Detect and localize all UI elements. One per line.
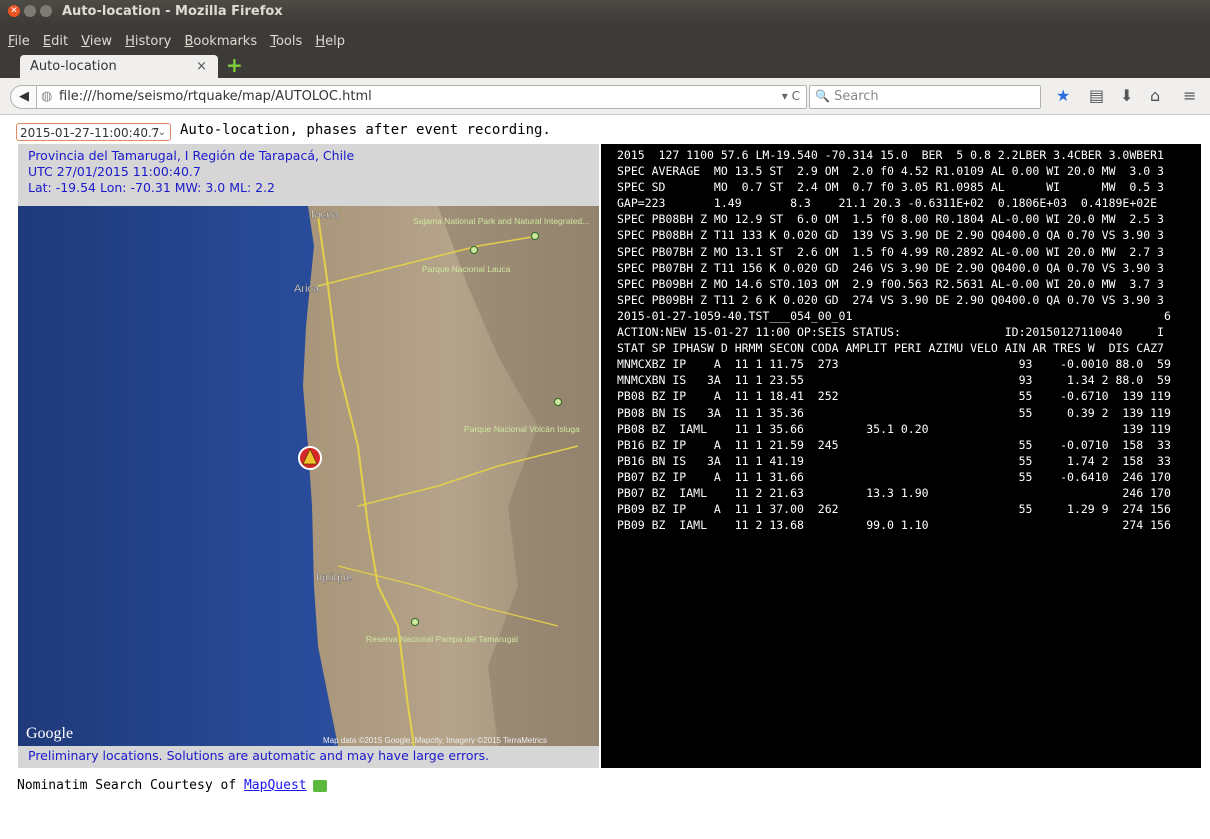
location-coords: Lat: -19.54 Lon: -70.31 MW: 3.0 ML: 2.2 (28, 180, 276, 195)
terminal-line: MNMCXBZ IP A 11 1 11.75 273 93 -0.0010 8… (617, 357, 1171, 372)
menu-help[interactable]: Help (315, 34, 345, 49)
terminal-line: SPEC PB08BH Z MO 12.9 ST 6.0 OM 1.5 f0 8… (617, 212, 1164, 227)
globe-icon: ◍ (41, 89, 53, 104)
map-attribution[interactable]: Map data ©2015 Google, Mapcity, Imagery … (323, 736, 547, 745)
terminal-line: PB07 BZ IAML 11 2 21.63 13.3 1.90 246 17… (617, 485, 1171, 500)
map-label-iquique: Iquique (316, 572, 352, 584)
terminal-line: PB09 BZ IP A 11 1 37.00 262 55 1.29 9 27… (617, 502, 1171, 517)
reload-icon[interactable]: ▾ C (782, 89, 800, 103)
preliminary-notice: Preliminary locations. Solutions are aut… (28, 748, 490, 763)
terminal-line: PB08 BZ IAML 11 1 35.66 35.1 0.20 139 11… (617, 421, 1171, 436)
location-time: UTC 27/01/2015 11:00:40.7 (28, 164, 201, 179)
footer-text: Nominatim Search Courtesy of (17, 778, 244, 793)
url-bar[interactable]: ◍ file:///home/seismo/rtquake/map/AUTOLO… (36, 85, 807, 109)
tab-label: Auto-location (30, 59, 117, 74)
tab-close-icon[interactable]: × (196, 59, 207, 74)
menu-file[interactable]: File (8, 34, 30, 49)
search-icon: 🔍 (815, 89, 830, 103)
minimize-window-icon[interactable] (24, 5, 36, 17)
spinner-icon[interactable]: ⌃⌄ (149, 124, 166, 142)
terminal-line: MNMCXBN IS 3A 11 1 23.55 93 1.34 2 88.0 … (617, 373, 1171, 388)
map-label-lauca: Parque Nacional Lauca (422, 264, 511, 274)
map[interactable]: Tacna Arica Iquique Sajama National Park… (18, 206, 599, 766)
new-tab-icon[interactable]: + (226, 55, 244, 75)
terminal-line: PB16 BZ IP A 11 1 21.59 245 55 -0.0710 1… (617, 437, 1171, 452)
menu-bar: File Edit View History Bookmarks Tools H… (0, 24, 1210, 54)
tab-strip: Auto-location × + (0, 54, 1210, 78)
terminal-line: PB09 BZ IAML 11 2 13.68 99.0 1.10 274 15… (617, 518, 1171, 533)
terminal-line: SPEC PB07BH Z T11 156 K 0.020 GD 246 VS … (617, 260, 1164, 275)
maximize-window-icon[interactable] (40, 5, 52, 17)
star-icon[interactable]: ★ (1056, 87, 1070, 105)
menu-edit[interactable]: Edit (43, 34, 68, 49)
solution-output-text: 2015 127 1100 57.6 LM-19.540 -70.314 15.… (617, 147, 1171, 533)
window-title-bar: ✕ Auto-location - Mozilla Firefox (0, 0, 1210, 24)
map-label-arica: Arica (294, 283, 320, 295)
menu-bookmarks[interactable]: Bookmarks (184, 34, 257, 49)
google-logo: Google (26, 725, 73, 742)
location-name: Provincia del Tamarugal, I Región de Tar… (28, 148, 355, 163)
terminal-line: SPEC PB08BH Z T11 133 K 0.020 GD 139 VS … (617, 228, 1164, 243)
window-title: Auto-location - Mozilla Firefox (62, 4, 283, 19)
footer: Nominatim Search Courtesy of MapQuest (17, 778, 327, 793)
location-panel: Provincia del Tamarugal, I Región de Tar… (18, 144, 599, 768)
terminal-line: GAP=223 1.49 8.3 21.1 20.3 -0.6311E+02 0… (617, 196, 1158, 211)
map-label-sajama: Sajama National Park and Natural Integra… (413, 216, 589, 226)
terminal-line: SPEC PB09BH Z MO 14.6 ST0.103 OM 2.9 f00… (617, 276, 1164, 291)
terminal-line: ACTION:NEW 15-01-27 11:00 OP:SEIS STATUS… (617, 325, 1164, 340)
terminal-line: PB07 BZ IP A 11 1 31.66 55 -0.6410 246 1… (617, 469, 1171, 484)
menu-icon[interactable]: ≡ (1183, 87, 1196, 105)
menu-history[interactable]: History (125, 34, 171, 49)
close-window-icon[interactable]: ✕ (8, 5, 20, 17)
event-selector[interactable]: 2015-01-27-11:00:40.7 ⌃⌄ (16, 123, 171, 141)
terminal-line: PB16 BN IS 3A 11 1 41.19 55 1.74 2 158 3… (617, 453, 1171, 468)
map-label-tamarugal: Reserva Nacional Pampa del Tamarugal (366, 634, 518, 644)
terminal-line: 2015 127 1100 57.6 LM-19.540 -70.314 15.… (617, 148, 1164, 162)
tab-auto-location[interactable]: Auto-location × (20, 55, 218, 78)
mapquest-icon (312, 779, 327, 792)
terminal-line: 2015-01-27-1059-40.TST___054_00_01 6 (617, 308, 1171, 323)
download-icon[interactable]: ⬇ (1120, 87, 1133, 105)
tamarugal-marker (411, 618, 419, 626)
page-content: 2015-01-27-11:00:40.7 ⌃⌄ Auto-location, … (0, 115, 1210, 839)
page-title: Auto-location, phases after event record… (180, 122, 551, 138)
solution-output-panel: 2015 127 1100 57.6 LM-19.540 -70.314 15.… (601, 144, 1201, 768)
terminal-line: SPEC PB07BH Z MO 13.1 ST 2.6 OM 1.5 f0 4… (617, 244, 1164, 259)
lauca-marker (470, 246, 478, 254)
search-placeholder: Search (834, 89, 879, 104)
menu-tools[interactable]: Tools (270, 34, 302, 49)
isluga-marker (554, 398, 562, 406)
terminal-line: SPEC SD MO 0.7 ST 2.4 OM 0.7 f0 3.05 R1.… (617, 180, 1164, 195)
terminal-line: PB08 BN IS 3A 11 1 35.36 55 0.39 2 139 1… (617, 405, 1171, 420)
navigation-bar: ◀ ◍ file:///home/seismo/rtquake/map/AUTO… (0, 78, 1210, 115)
terminal-line: PB08 BZ IP A 11 1 18.41 252 55 -0.6710 1… (617, 389, 1171, 404)
mapquest-link[interactable]: MapQuest (244, 778, 307, 793)
map-label-isluga: Parque Nacional Volcán Isluga (464, 424, 580, 434)
url-text[interactable]: file:///home/seismo/rtquake/map/AUTOLOC.… (59, 89, 372, 104)
menu-view[interactable]: View (81, 34, 112, 49)
terminal-line: SPEC PB09BH Z T11 2 6 K 0.020 GD 274 VS … (617, 292, 1164, 307)
event-selector-value: 2015-01-27-11:00:40.7 (20, 126, 160, 140)
back-button[interactable]: ◀ (10, 85, 38, 109)
reading-list-icon[interactable]: ▤ (1089, 87, 1104, 105)
search-input[interactable]: 🔍 Search (809, 85, 1041, 109)
terminal-line: STAT SP IPHASW D HRMM SECON CODA AMPLIT … (617, 341, 1164, 356)
home-icon[interactable]: ⌂ (1150, 87, 1160, 105)
sajama-marker (531, 232, 539, 240)
terminal-line: SPEC AVERAGE MO 13.5 ST 2.9 OM 2.0 f0 4.… (617, 164, 1164, 179)
map-label-tacna: Tacna (309, 209, 339, 221)
